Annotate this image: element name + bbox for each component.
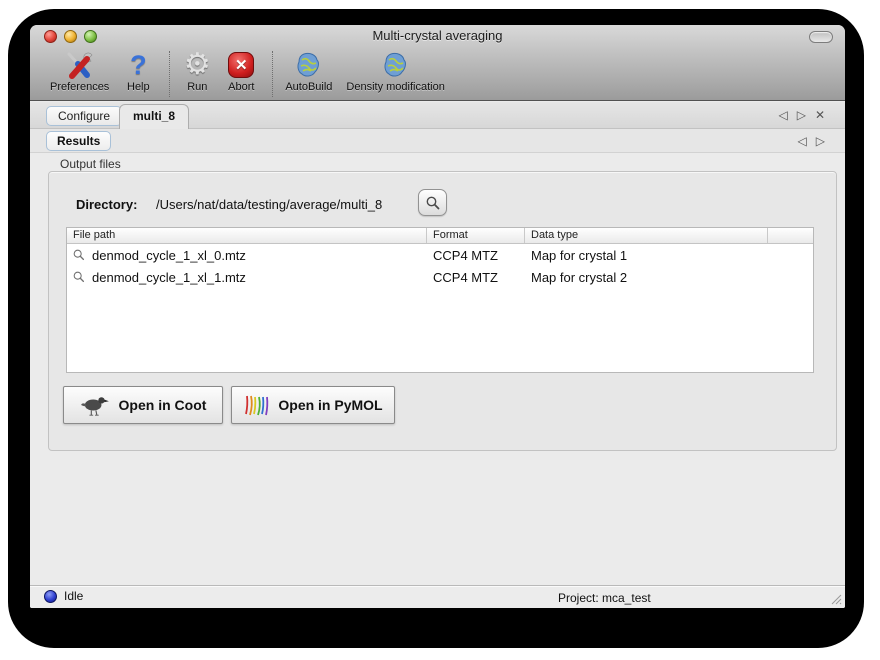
- abort-label: Abort: [228, 81, 254, 93]
- traffic-lights: [44, 30, 97, 43]
- autobuild-label: AutoBuild: [285, 81, 332, 93]
- output-files-table[interactable]: File path Format Data type denmod_cycle_…: [66, 227, 814, 373]
- directory-path: /Users/nat/data/testing/average/multi_8: [156, 197, 382, 212]
- main-tab-bar: Configure multi_8 ◁ ▷ ✕: [30, 102, 845, 129]
- open-in-pymol-label: Open in PyMOL: [278, 397, 382, 413]
- toolbar-separator: [169, 51, 170, 97]
- magnifier-icon: [425, 195, 441, 211]
- output-files-groupbox: Directory: /Users/nat/data/testing/avera…: [48, 171, 837, 451]
- results-panel: Output files Directory: /Users/nat/data/…: [30, 153, 845, 585]
- table-row[interactable]: denmod_cycle_1_xl_0.mtz CCP4 MTZ Map for…: [67, 244, 813, 266]
- preferences-label: Preferences: [50, 81, 109, 93]
- toolbar-toggle-pill[interactable]: [809, 31, 833, 43]
- output-files-label: Output files: [60, 157, 121, 171]
- run-label: Run: [187, 81, 207, 93]
- titlebar: Multi-crystal averaging: [30, 25, 845, 47]
- file-path-value: denmod_cycle_1_xl_1.mtz: [92, 270, 246, 285]
- tab-configure[interactable]: Configure: [46, 106, 122, 126]
- tab-multi-8[interactable]: multi_8: [119, 104, 189, 129]
- abort-icon: ✕: [226, 50, 256, 80]
- table-row[interactable]: denmod_cycle_1_xl_1.mtz CCP4 MTZ Map for…: [67, 266, 813, 288]
- column-header-file-path[interactable]: File path: [67, 228, 427, 243]
- coot-bird-icon: [80, 393, 110, 417]
- open-in-coot-label: Open in Coot: [119, 397, 207, 413]
- file-path-value: denmod_cycle_1_xl_0.mtz: [92, 248, 246, 263]
- minimize-window-button[interactable]: [64, 30, 77, 43]
- zoom-window-button[interactable]: [84, 30, 97, 43]
- protein-icon: [294, 50, 324, 80]
- autobuild-button[interactable]: AutoBuild: [285, 50, 332, 93]
- help-button[interactable]: ? Help: [123, 50, 153, 93]
- directory-label: Directory:: [76, 197, 137, 212]
- toolbar: Preferences ? Help ⚙ Run: [30, 47, 845, 101]
- open-in-coot-button[interactable]: Open in Coot: [63, 386, 223, 424]
- browse-directory-button[interactable]: [418, 189, 447, 216]
- format-value: CCP4 MTZ: [427, 248, 525, 263]
- column-header-data-type[interactable]: Data type: [525, 228, 768, 243]
- window-header: Multi-crystal averaging Preferences: [30, 25, 845, 101]
- run-button[interactable]: ⚙ Run: [182, 50, 212, 93]
- close-window-button[interactable]: [44, 30, 57, 43]
- help-label: Help: [127, 81, 150, 93]
- protein-icon: [381, 50, 411, 80]
- data-type-value: Map for crystal 1: [525, 248, 768, 263]
- magnifier-icon: [72, 248, 86, 262]
- resize-grip[interactable]: [828, 591, 842, 605]
- status-indicator-icon: [44, 590, 57, 603]
- status-text: Idle: [64, 589, 83, 603]
- app-window: Multi-crystal averaging Preferences: [30, 25, 845, 608]
- status-bar: Idle Project: mca_test: [30, 585, 845, 608]
- preferences-button[interactable]: Preferences: [50, 50, 109, 93]
- window-title: Multi-crystal averaging: [30, 25, 845, 47]
- format-value: CCP4 MTZ: [427, 270, 525, 285]
- tab-results[interactable]: Results: [46, 131, 111, 151]
- column-header-extra: [768, 228, 813, 243]
- screenshot-stage: Multi-crystal averaging Preferences: [0, 0, 880, 660]
- subtab-scroll-right-icon[interactable]: ▷: [816, 135, 825, 147]
- toolbar-separator: [272, 51, 273, 97]
- tab-scroll-right-icon[interactable]: ▷: [797, 109, 806, 121]
- tools-icon: [65, 50, 95, 80]
- open-in-pymol-button[interactable]: Open in PyMOL: [231, 386, 395, 424]
- pymol-protein-icon: [243, 392, 269, 418]
- help-icon: ?: [123, 50, 153, 80]
- sub-tab-bar: Results ◁ ▷: [30, 129, 845, 153]
- magnifier-icon: [72, 270, 86, 284]
- column-header-format[interactable]: Format: [427, 228, 525, 243]
- gear-icon: ⚙: [182, 50, 212, 80]
- table-header: File path Format Data type: [67, 228, 813, 244]
- data-type-value: Map for crystal 2: [525, 270, 768, 285]
- abort-button[interactable]: ✕ Abort: [226, 50, 256, 93]
- density-modification-label: Density modification: [346, 81, 444, 93]
- tab-close-icon[interactable]: ✕: [815, 109, 825, 121]
- project-label: Project: mca_test: [558, 591, 651, 605]
- subtab-scroll-left-icon[interactable]: ◁: [798, 135, 807, 147]
- density-modification-button[interactable]: Density modification: [346, 50, 444, 93]
- tab-scroll-left-icon[interactable]: ◁: [778, 109, 787, 121]
